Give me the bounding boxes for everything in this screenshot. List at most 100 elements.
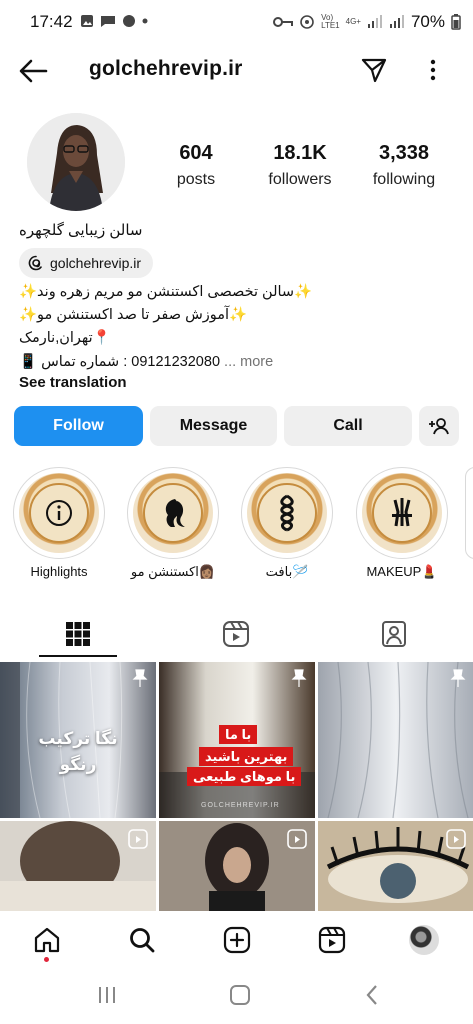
call-button[interactable]: Call (284, 406, 412, 446)
suggested-users-button[interactable] (419, 406, 459, 446)
grid-post[interactable] (318, 662, 473, 818)
grid-icon (66, 622, 90, 646)
highlight-makeup[interactable] (356, 467, 448, 559)
bio-line: ✨آموزش صفر تا صد اکستنشن مو✨ (19, 307, 248, 323)
highlight-partial[interactable] (465, 467, 473, 559)
profile-full-name: سالن زیبایی گلچهره (19, 222, 143, 239)
recent-apps-icon[interactable] (95, 984, 119, 1006)
posts-stat[interactable]: 604 posts (160, 142, 232, 189)
back-system-icon[interactable] (361, 984, 385, 1006)
gallery-icon (81, 15, 93, 27)
share-button[interactable] (360, 56, 388, 84)
post-red-label: با ما (219, 725, 258, 744)
bio-line: 📍تهران,نارمک (19, 330, 111, 346)
pin-icon (132, 669, 148, 687)
avatar-woman-illustration-icon (27, 113, 125, 211)
volte-icon: Vo) LTE1 (321, 13, 340, 30)
notification-dot (44, 957, 49, 962)
tab-posts-grid[interactable] (39, 612, 117, 656)
following-label: following (372, 171, 436, 188)
makeup-brushes-icon (392, 498, 412, 527)
posts-label: posts (176, 171, 216, 188)
status-notification-icons (80, 14, 148, 28)
post-red-label: بهترین باشید (199, 747, 294, 766)
highlight-label: بافت🪡 (265, 564, 309, 579)
grid-post[interactable]: با ما بهترین باشید با موهای طبیعی GOLCHE… (159, 662, 315, 818)
nav-home[interactable] (32, 925, 62, 955)
home-system-icon[interactable] (228, 984, 252, 1006)
bio-more-link[interactable]: ... more (224, 354, 273, 370)
post-overlay-text: نگا ترکیب رنگو (38, 729, 118, 774)
active-tab-indicator (39, 655, 117, 657)
message-button[interactable]: Message (150, 406, 277, 446)
threads-badge[interactable]: golchehrevip.ir (19, 248, 154, 278)
see-translation-link[interactable]: See translation (19, 374, 127, 391)
more-vertical-icon (430, 59, 436, 81)
message-notify-icon (101, 16, 115, 27)
tagged-icon (382, 621, 406, 647)
reel-badge-icon (128, 829, 148, 849)
status-bar: 17:42 Vo) LTE1 4G+ 70% (0, 0, 473, 44)
tab-reels[interactable] (197, 612, 275, 656)
search-icon (130, 928, 155, 953)
grid-post[interactable]: نگا ترکیب رنگو (0, 662, 156, 818)
highlight-highlights[interactable] (13, 467, 105, 559)
battery-icon (451, 14, 461, 30)
bio-line: ✨سالن تخصصی اکستنشن مو مریم زهره وند✨ (19, 284, 313, 300)
highlight-extension[interactable] (127, 467, 219, 559)
battery-level: 70% (410, 12, 445, 31)
grid-post[interactable] (0, 821, 156, 911)
threads-icon (28, 255, 42, 271)
threads-handle: golchehrevip.ir (50, 255, 142, 271)
nav-create[interactable] (222, 925, 252, 955)
own-avatar (409, 925, 439, 955)
username-title: golchehrevip.ir (89, 57, 243, 80)
grid-post[interactable] (318, 821, 473, 911)
highlight-braid[interactable] (241, 467, 333, 559)
home-icon (34, 927, 60, 953)
grid-post[interactable] (159, 821, 315, 911)
add-user-icon (429, 418, 449, 435)
highlight-label: Highlights (30, 564, 88, 579)
signal-icon-1 (367, 15, 382, 28)
info-icon (46, 500, 72, 526)
highlight-label: اکستنشن مو👩🏽 (130, 564, 216, 579)
pin-icon (291, 669, 307, 687)
status-time: 17:42 (30, 12, 73, 31)
network-type: 4G+ (345, 17, 361, 26)
reels-icon (223, 621, 249, 647)
send-icon (361, 58, 387, 83)
post-red-label: با موهای طبیعی (187, 767, 302, 786)
tab-tagged[interactable] (355, 612, 433, 656)
nav-reels[interactable] (317, 925, 347, 955)
arrow-left-icon (19, 59, 48, 83)
options-menu-button[interactable] (424, 58, 442, 82)
braid-icon (280, 494, 294, 532)
highlight-label: MAKEUP💄 (366, 564, 438, 579)
back-button[interactable] (18, 58, 50, 84)
followers-label: followers (268, 171, 332, 188)
reel-badge-icon (446, 829, 466, 849)
add-post-icon (223, 926, 251, 954)
signal-icon-2 (389, 15, 404, 28)
reels-icon (318, 926, 346, 954)
status-system-icons: Vo) LTE1 4G+ 70% (273, 12, 461, 32)
bio-contact-text: 09121232080 : شماره تماس 📱 (19, 354, 221, 370)
more-notifications-dot-icon (142, 18, 148, 24)
profile-avatar[interactable] (27, 113, 125, 211)
bio-line-contact: 09121232080 : شماره تماس 📱 ... more (19, 353, 273, 370)
hotspot-icon (300, 15, 314, 29)
pin-icon (450, 669, 466, 687)
post-watermark: GOLCHEHREVIP.IR (201, 802, 280, 809)
followers-count: 18.1K (273, 142, 327, 164)
following-count: 3,338 (378, 142, 430, 164)
following-stat[interactable]: 3,338 following (366, 142, 442, 189)
woman-profile-icon (165, 499, 185, 527)
chat-notify-icon (123, 15, 135, 27)
nav-profile[interactable] (409, 925, 439, 955)
posts-count: 604 (179, 142, 213, 164)
followers-stat[interactable]: 18.1K followers (260, 142, 340, 189)
key-icon (273, 17, 294, 27)
nav-search[interactable] (127, 925, 157, 955)
follow-button[interactable]: Follow (14, 406, 143, 446)
